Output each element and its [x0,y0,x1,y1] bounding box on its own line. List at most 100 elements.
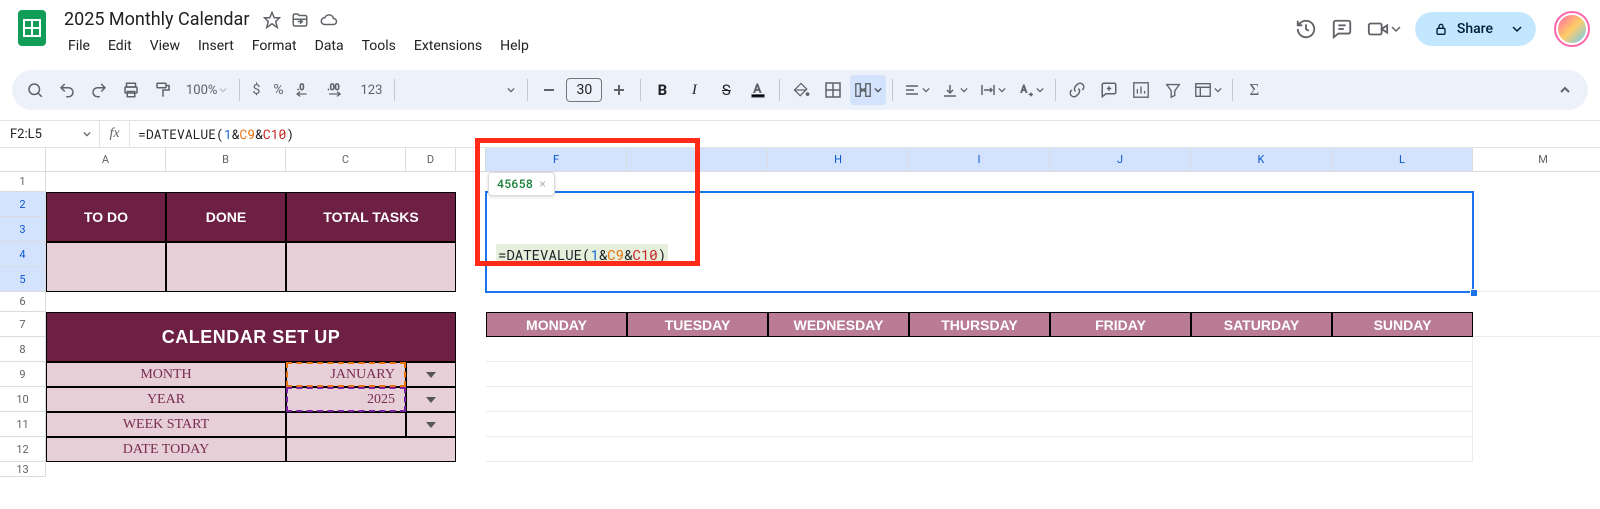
todo-value[interactable] [46,242,166,292]
col-header[interactable] [627,148,768,172]
row-header[interactable]: 13 [0,462,46,477]
row-header[interactable]: 12 [0,437,46,462]
share-label: Share [1457,21,1493,37]
fill-color-icon[interactable] [786,75,816,105]
menu-data[interactable]: Data [307,34,352,58]
sheets-logo[interactable] [12,8,52,48]
filter-icon[interactable] [1158,75,1188,105]
menu-help[interactable]: Help [492,34,537,58]
row-header[interactable]: 1 [0,172,46,192]
col-header[interactable]: D [406,148,456,172]
row-header[interactable]: 7 [0,312,46,337]
selection-handle[interactable] [1470,289,1478,297]
weekstart-value[interactable] [286,412,406,437]
text-wrap-icon[interactable] [975,75,1011,105]
insert-comment-icon[interactable] [1094,75,1124,105]
done-value[interactable] [166,242,286,292]
cell-formula-editing[interactable]: =DATEVALUE(1&C9&C10) [490,242,890,266]
month-value[interactable]: JANUARY [286,362,406,387]
weekstart-dropdown[interactable] [406,412,456,437]
undo-icon[interactable] [52,75,82,105]
col-header[interactable]: A [46,148,166,172]
select-all-corner[interactable] [0,148,46,172]
meet-icon[interactable] [1367,18,1401,40]
functions-icon[interactable]: Σ [1239,75,1269,105]
name-box[interactable]: F2:L5 [0,121,100,147]
col-header[interactable]: M [1473,148,1600,172]
search-icon[interactable] [20,75,50,105]
col-header[interactable]: K [1191,148,1332,172]
filter-views-icon[interactable] [1190,75,1226,105]
star-icon[interactable] [263,11,281,29]
row-header[interactable]: 4 [0,242,46,267]
row-header[interactable]: 11 [0,412,46,437]
vertical-align-icon[interactable] [937,75,973,105]
account-avatar[interactable] [1556,13,1588,45]
row-header[interactable]: 9 [0,362,46,387]
paint-format-icon[interactable] [148,75,178,105]
svg-text:A: A [1021,85,1028,96]
col-header[interactable] [456,148,486,172]
day-header-sat: SATURDAY [1191,312,1332,337]
menu-edit[interactable]: Edit [100,34,140,58]
font-size-increase[interactable] [604,75,634,105]
menu-insert[interactable]: Insert [190,34,242,58]
total-tasks-value[interactable] [286,242,456,292]
menu-tools[interactable]: Tools [354,34,404,58]
font-size-input[interactable]: 30 [566,78,602,102]
more-formats[interactable]: 123 [354,75,388,105]
zoom-dropdown[interactable]: 100% [180,75,233,105]
row-header[interactable]: 5 [0,267,46,292]
menu-view[interactable]: View [142,34,188,58]
col-header[interactable]: C [286,148,406,172]
redo-icon[interactable] [84,75,114,105]
move-icon[interactable] [291,11,309,29]
text-rotation-icon[interactable]: A [1013,75,1049,105]
bold-icon[interactable]: B [647,75,677,105]
insert-link-icon[interactable] [1062,75,1092,105]
text-color-icon[interactable]: A [743,75,773,105]
month-dropdown[interactable] [406,362,456,387]
formula-bar-input[interactable]: =DATEVALUE(1&C9&C10) [130,120,1600,148]
format-percent[interactable]: % [268,75,288,105]
increase-decimals-icon[interactable]: .00 [322,75,352,105]
row-header[interactable]: 2 [0,192,46,217]
year-dropdown[interactable] [406,387,456,412]
strikethrough-icon[interactable]: S [711,75,741,105]
cloud-status-icon[interactable] [319,11,339,29]
font-size-decrease[interactable] [534,75,564,105]
row-header[interactable]: 6 [0,292,46,312]
col-header[interactable]: F [486,148,627,172]
year-value[interactable]: 2025 [286,387,406,412]
history-icon[interactable] [1295,18,1317,40]
italic-icon[interactable]: I [679,75,709,105]
collapse-toolbar-icon[interactable] [1550,75,1580,105]
row-header[interactable]: 3 [0,217,46,242]
merge-cells-icon[interactable] [850,75,886,105]
menu-format[interactable]: Format [244,34,305,58]
print-icon[interactable] [116,75,146,105]
share-dropdown[interactable] [1504,12,1536,46]
row-header[interactable]: 10 [0,387,46,412]
col-header[interactable]: H [768,148,909,172]
menu-extensions[interactable]: Extensions [406,34,490,58]
format-currency[interactable]: $ [246,75,266,105]
share-button[interactable]: Share [1415,12,1512,46]
borders-icon[interactable] [818,75,848,105]
total-tasks-header: TOTAL TASKS [286,192,456,242]
horizontal-align-icon[interactable] [899,75,935,105]
datetoday-value[interactable] [286,437,456,462]
row-header[interactable]: 8 [0,337,46,362]
document-title[interactable]: 2025 Monthly Calendar [60,8,253,32]
menu-file[interactable]: File [60,34,98,58]
tooltip-close-icon[interactable]: × [539,177,546,191]
col-header[interactable]: B [166,148,286,172]
insert-chart-icon[interactable] [1126,75,1156,105]
comment-icon[interactable] [1331,18,1353,40]
decrease-decimals-icon[interactable]: .0 [290,75,320,105]
col-header[interactable]: J [1050,148,1191,172]
chevron-down-icon [426,397,436,403]
col-header[interactable]: L [1332,148,1473,172]
font-family-dropdown[interactable] [401,75,521,105]
col-header[interactable]: I [909,148,1050,172]
